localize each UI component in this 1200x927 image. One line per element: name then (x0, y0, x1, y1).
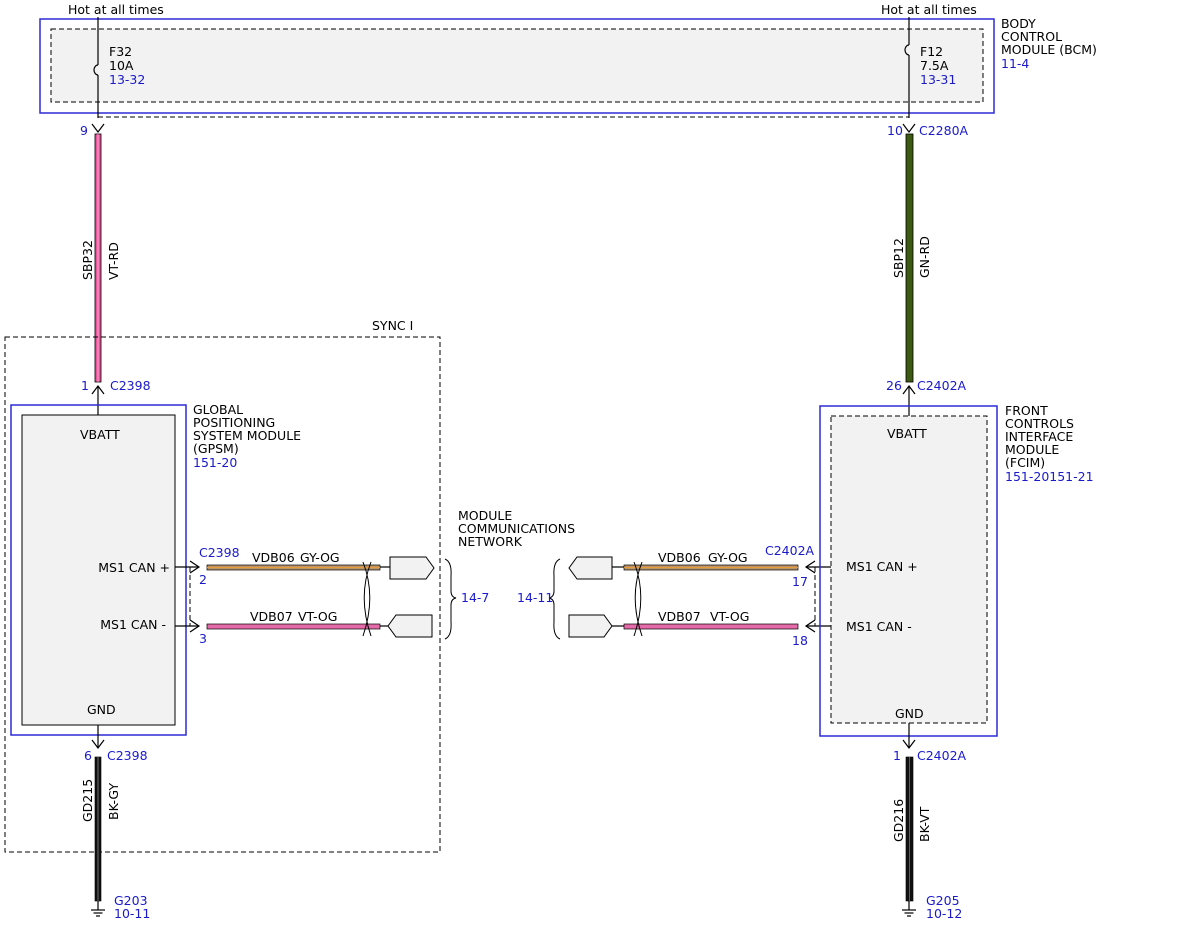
fcim-gnd: GND (895, 706, 924, 721)
ground-icon (91, 909, 105, 917)
fcim-wire-minus-circuit: VDB07 (658, 609, 701, 624)
fcim-can-minus: MS1 CAN - (846, 619, 912, 634)
gpsm-ref-link[interactable]: 151-20 (193, 455, 237, 470)
circuit-sbp32: SBP32 (80, 240, 95, 280)
gpsm-name-4: (GPSM) (193, 441, 239, 456)
network-ref-left-link[interactable]: 14-7 (461, 590, 489, 605)
bcm-ref-link[interactable]: 11-4 (1001, 56, 1029, 71)
fuse-f12-id: F12 (920, 44, 943, 59)
color-bk-gy: BK-GY (106, 783, 121, 820)
brace-icon (444, 558, 457, 640)
hot-label-left: Hot at all times (68, 2, 164, 17)
wiring-diagram: Hot at all times Hot at all times BODY C… (4, 2, 1097, 921)
hot-label-right: Hot at all times (881, 2, 977, 17)
wire-sbp12[interactable] (905, 133, 914, 383)
gpsm-gnd: GND (87, 702, 116, 717)
bcm-inner-box (50, 28, 984, 103)
fuse-f12-ref-link[interactable]: 13-31 (920, 72, 956, 87)
wire-vdb07-left[interactable] (206, 623, 381, 630)
gpsm-wire-plus-circuit: VDB06 (252, 550, 295, 565)
pin-6: 6 (84, 748, 92, 763)
fcim-vbatt: VBATT (887, 426, 927, 441)
fcim-wire-plus-color: GY-OG (708, 550, 748, 565)
color-bk-vt: BK-VT (917, 806, 932, 842)
gpsm-can-minus: MS1 CAN - (100, 617, 166, 632)
circuit-sbp12: SBP12 (891, 238, 906, 278)
connector-c2402a-can: C2402A (765, 543, 815, 558)
pin-1: 1 (81, 378, 89, 393)
network-connector-icon[interactable] (389, 556, 435, 580)
fuse-f32-rating: 10A (109, 58, 134, 73)
fcim-wire-plus-circuit: VDB06 (658, 550, 701, 565)
fcim-ref-link[interactable]: 151-20151-21 (1005, 469, 1094, 484)
connector-arrow-icon (902, 123, 916, 133)
network-connector-icon[interactable] (568, 614, 613, 638)
pin-2: 2 (199, 572, 207, 587)
circuit-gd215: GD215 (80, 779, 95, 822)
connector-c2398-can: C2398 (199, 545, 240, 560)
fcim-can-plus: MS1 CAN + (846, 559, 918, 574)
ground-g205-ref-link[interactable]: 10-12 (926, 906, 962, 921)
pin-1-ground: 1 (893, 748, 901, 763)
connector-c2402a-top: C2402A (917, 378, 967, 393)
gpsm-vbatt: VBATT (80, 427, 120, 442)
network-ref-right-link[interactable]: 14-11 (517, 590, 553, 605)
ground-g203-ref-link[interactable]: 10-11 (114, 906, 150, 921)
color-vt-rd: VT-RD (106, 242, 121, 280)
fuse-f32-ref-link[interactable]: 13-32 (109, 72, 145, 87)
gpsm-wire-plus-color: GY-OG (300, 550, 340, 565)
pin-26: 26 (886, 378, 902, 393)
circuit-gd216: GD216 (891, 799, 906, 842)
connector-c2398-bottom: C2398 (107, 748, 148, 763)
network-connector-icon[interactable] (568, 556, 613, 580)
fuse-f12-rating: 7.5A (920, 58, 949, 73)
pin-17: 17 (792, 574, 808, 589)
connector-arrow-icon (91, 123, 105, 133)
fcim-name-5: (FCIM) (1005, 455, 1045, 470)
ground-icon (902, 909, 916, 917)
connector-c2280a: C2280A (919, 123, 969, 138)
connector-c2402a-bottom: C2402A (917, 748, 967, 763)
pin-18: 18 (792, 633, 808, 648)
pin-10: 10 (887, 123, 903, 138)
bcm-name-3: MODULE (BCM) (1001, 42, 1097, 57)
gpsm-wire-minus-circuit: VDB07 (250, 609, 293, 624)
network-label-3: NETWORK (458, 534, 523, 549)
fcim-wire-minus-color: VT-OG (710, 609, 749, 624)
gpsm-can-plus: MS1 CAN + (98, 560, 170, 575)
pin-9: 9 (80, 123, 88, 138)
wire-vdb07-right[interactable] (623, 623, 799, 630)
pin-3: 3 (199, 631, 207, 646)
network-connector-icon[interactable] (387, 614, 433, 638)
color-gn-rd: GN-RD (917, 236, 932, 278)
gpsm-wire-minus-color: VT-OG (298, 609, 337, 624)
connector-c2398-top: C2398 (110, 378, 151, 393)
sync-label: SYNC I (372, 318, 413, 333)
fuse-f32-id: F32 (109, 44, 132, 59)
